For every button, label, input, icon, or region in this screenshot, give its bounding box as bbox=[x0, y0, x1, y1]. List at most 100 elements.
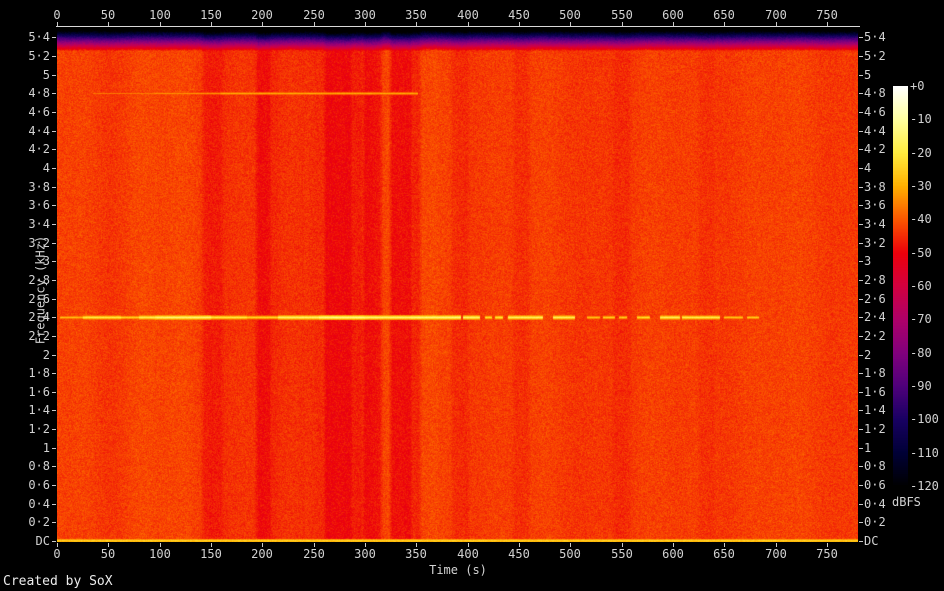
y-tick-label-right: 1·2 bbox=[864, 422, 886, 436]
x-tick-mark-top bbox=[570, 22, 571, 26]
y-tick-mark-right bbox=[859, 355, 863, 356]
x-tick-label-bottom: 100 bbox=[149, 547, 171, 561]
x-tick-label-bottom: 0 bbox=[53, 547, 61, 561]
y-tick-mark-right bbox=[859, 522, 863, 523]
y-tick-mark-left bbox=[52, 448, 56, 449]
x-tick-label-top: 0 bbox=[53, 8, 61, 22]
x-tick-mark-top bbox=[211, 22, 212, 26]
x-tick-label-top: 250 bbox=[303, 8, 325, 22]
y-tick-mark-right bbox=[859, 187, 863, 188]
y-tick-mark-left bbox=[52, 93, 56, 94]
colorbar-tick-label: -70 bbox=[910, 312, 932, 326]
x-tick-label-bottom: 700 bbox=[765, 547, 787, 561]
y-tick-label-right: 4·4 bbox=[864, 124, 886, 138]
y-tick-label-left: 1 bbox=[42, 441, 50, 455]
x-tick-label-top: 350 bbox=[405, 8, 427, 22]
y-tick-label-right: 3 bbox=[864, 254, 872, 268]
y-tick-mark-left bbox=[52, 355, 56, 356]
y-tick-mark-right bbox=[859, 131, 863, 132]
y-tick-mark-right bbox=[859, 429, 863, 430]
y-tick-mark-left bbox=[52, 56, 56, 57]
y-tick-mark-left bbox=[52, 224, 56, 225]
y-tick-label-left: 3·4 bbox=[28, 217, 50, 231]
y-tick-label-right: 5 bbox=[864, 68, 872, 82]
y-tick-mark-right bbox=[859, 37, 863, 38]
y-tick-mark-right bbox=[859, 485, 863, 486]
y-tick-mark-right bbox=[859, 224, 863, 225]
y-tick-label-left: 4 bbox=[42, 161, 50, 175]
y-tick-label-left: 5·4 bbox=[28, 30, 50, 44]
y-tick-label-right: 2·8 bbox=[864, 273, 886, 287]
x-tick-label-bottom: 650 bbox=[713, 547, 735, 561]
x-tick-mark-top bbox=[519, 22, 520, 26]
x-tick-mark-top bbox=[827, 22, 828, 26]
y-tick-label-right: 0·2 bbox=[864, 515, 886, 529]
y-tick-mark-left bbox=[52, 168, 56, 169]
y-tick-label-right: 1·4 bbox=[864, 403, 886, 417]
y-tick-mark-right bbox=[859, 317, 863, 318]
sox-spectrogram-figure: 0 0 50 50 100 100 150 150 200 200 250 250 300 300 350 3… bbox=[0, 0, 944, 591]
y-tick-mark-right bbox=[859, 75, 863, 76]
y-tick-mark-left bbox=[52, 336, 56, 337]
colorbar-tick-label: -30 bbox=[910, 179, 932, 193]
y-tick-label-right: 4·2 bbox=[864, 142, 886, 156]
x-tick-label-bottom: 300 bbox=[354, 547, 376, 561]
y-tick-label-left: 0·2 bbox=[28, 515, 50, 529]
colorbar-tick-label: -80 bbox=[910, 346, 932, 360]
y-tick-label-left: 2 bbox=[42, 348, 50, 362]
x-tick-mark-top bbox=[622, 22, 623, 26]
y-tick-mark-left bbox=[52, 466, 56, 467]
x-tick-label-bottom: 500 bbox=[559, 547, 581, 561]
y-tick-label-right: 1 bbox=[864, 441, 872, 455]
x-tick-label-top: 400 bbox=[457, 8, 479, 22]
y-tick-label-right: 0·6 bbox=[864, 478, 886, 492]
y-tick-label-right: 5·2 bbox=[864, 49, 886, 63]
colorbar-tick-label: -40 bbox=[910, 212, 932, 226]
y-tick-mark-right bbox=[859, 149, 863, 150]
x-tick-label-top: 200 bbox=[251, 8, 273, 22]
x-tick-mark-top bbox=[673, 22, 674, 26]
colorbar-title: dBFS bbox=[892, 495, 921, 509]
y-tick-mark-left bbox=[52, 373, 56, 374]
x-tick-label-top: 500 bbox=[559, 8, 581, 22]
colorbar-tick-label: -60 bbox=[910, 279, 932, 293]
y-tick-mark-right bbox=[859, 261, 863, 262]
x-tick-mark-top bbox=[57, 22, 58, 26]
y-axis-title: Frequency (kHz) bbox=[33, 235, 48, 345]
y-tick-label-right: 2·6 bbox=[864, 292, 886, 306]
y-tick-mark-right bbox=[859, 410, 863, 411]
x-tick-mark-top bbox=[365, 22, 366, 26]
y-tick-mark-left bbox=[52, 75, 56, 76]
y-tick-mark-right bbox=[859, 336, 863, 337]
y-tick-mark-right bbox=[859, 56, 863, 57]
colorbar-tick-label: -90 bbox=[910, 379, 932, 393]
x-tick-label-bottom: 550 bbox=[611, 547, 633, 561]
x-tick-label-bottom: 400 bbox=[457, 547, 479, 561]
y-tick-label-left: 1·6 bbox=[28, 385, 50, 399]
x-tick-label-top: 50 bbox=[100, 8, 116, 22]
x-tick-label-bottom: 50 bbox=[100, 547, 116, 561]
spectrogram-heatmap bbox=[57, 27, 858, 542]
y-tick-mark-left bbox=[52, 37, 56, 38]
x-tick-label-top: 700 bbox=[765, 8, 787, 22]
y-tick-mark-left bbox=[52, 243, 56, 244]
y-tick-label-right: 5·4 bbox=[864, 30, 886, 44]
y-tick-mark-left bbox=[52, 485, 56, 486]
x-tick-mark-top bbox=[108, 22, 109, 26]
y-tick-label-right: 3·4 bbox=[864, 217, 886, 231]
y-tick-label-right: 0·4 bbox=[864, 497, 886, 511]
y-tick-label-right: DC bbox=[864, 534, 879, 548]
y-tick-label-left: 3·6 bbox=[28, 198, 50, 212]
y-tick-mark-right bbox=[859, 392, 863, 393]
y-tick-label-left: 4·8 bbox=[28, 86, 50, 100]
y-tick-label-right: 3·2 bbox=[864, 236, 886, 250]
y-tick-label-right: 1·8 bbox=[864, 366, 886, 380]
y-tick-label-left: 4·4 bbox=[28, 124, 50, 138]
x-tick-label-top: 550 bbox=[611, 8, 633, 22]
x-tick-label-top: 150 bbox=[200, 8, 222, 22]
y-tick-mark-right bbox=[859, 448, 863, 449]
y-tick-mark-left bbox=[52, 205, 56, 206]
y-tick-mark-left bbox=[52, 112, 56, 113]
x-tick-mark-top bbox=[724, 22, 725, 26]
x-tick-label-bottom: 450 bbox=[508, 547, 530, 561]
